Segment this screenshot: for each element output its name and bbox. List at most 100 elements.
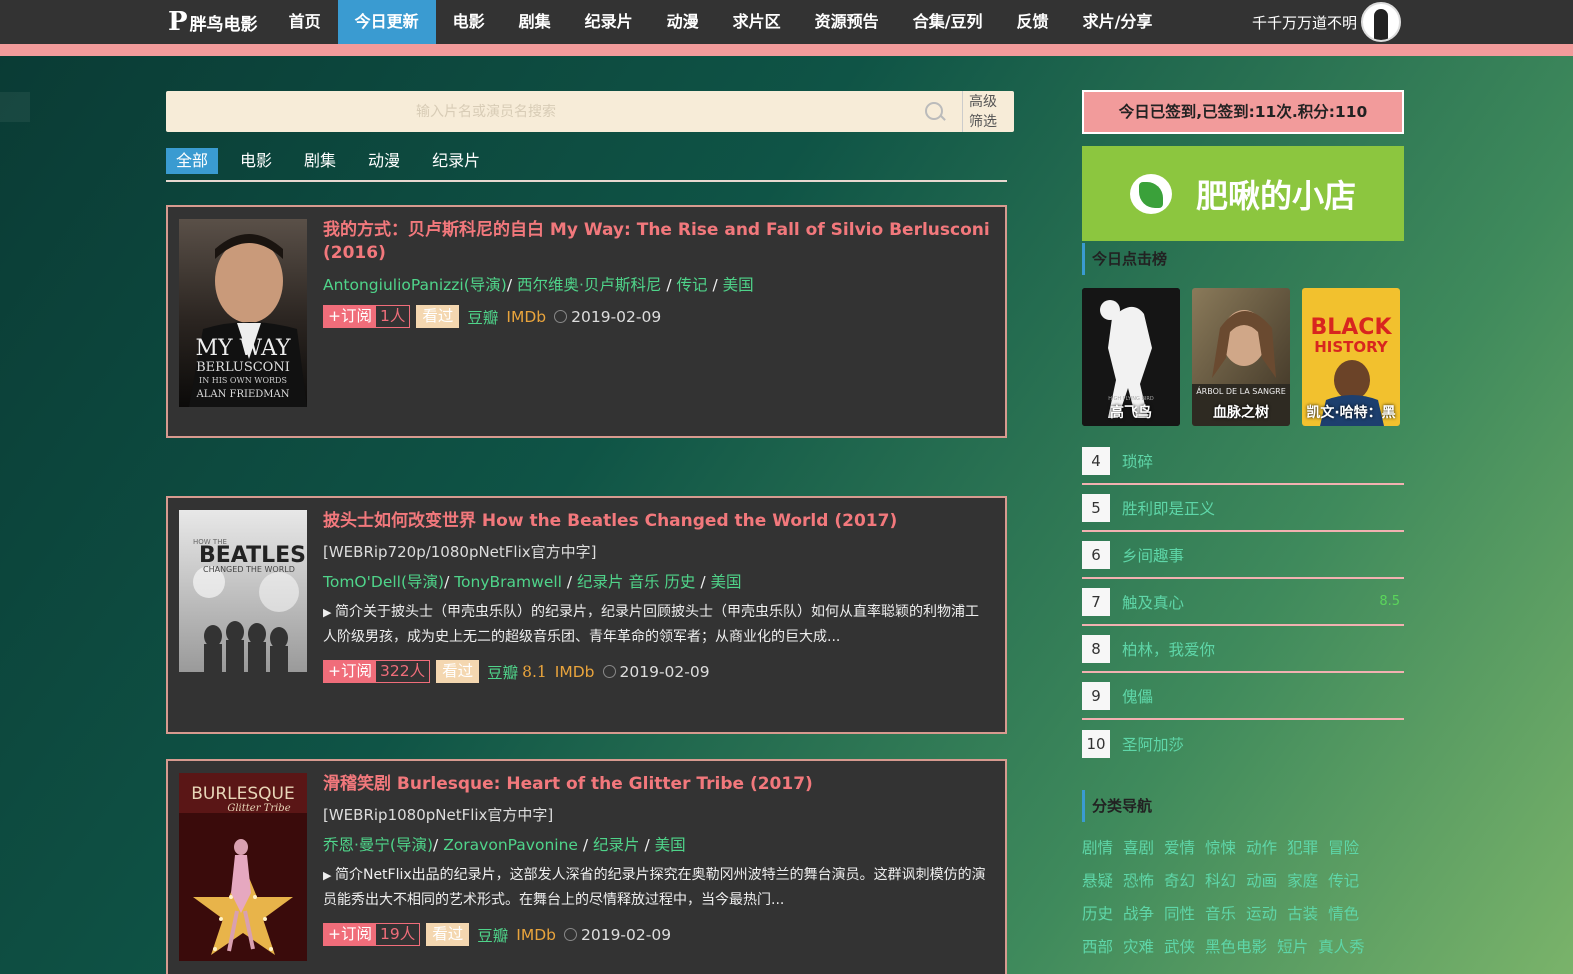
category-link[interactable]: 短片: [1277, 935, 1308, 957]
douban-link[interactable]: 豆瓣: [477, 924, 508, 946]
category-link[interactable]: 黑色电影: [1205, 935, 1267, 957]
subscribe-button[interactable]: +订阅 322人: [323, 660, 431, 683]
rank-item[interactable]: 8 柏林，我爱你: [1082, 626, 1404, 673]
category-link[interactable]: 运动: [1246, 902, 1277, 924]
movie-card: HOW THE BEATLES CHANGED THE WORLD 披头士如何改…: [166, 496, 1007, 734]
nav-movies[interactable]: 电影: [436, 0, 502, 44]
nav-documentary[interactable]: 纪录片: [568, 0, 650, 44]
director-link[interactable]: TomO'Dell(导演): [323, 573, 444, 591]
movie-title-link[interactable]: 滑稽笑剧 Burlesque: Heart of the Glitter Tri…: [323, 773, 991, 796]
subscribe-button[interactable]: +订阅 1人: [323, 305, 411, 328]
genre-link[interactable]: 纪录片: [593, 836, 640, 854]
category-link[interactable]: 奇幻: [1164, 869, 1195, 891]
movie-poster[interactable]: HOW THE BEATLES CHANGED THE WORLD: [179, 510, 307, 672]
movie-year: (2016): [323, 243, 386, 263]
nav-today-updates[interactable]: 今日更新: [337, 0, 436, 44]
nav-series[interactable]: 剧集: [502, 0, 568, 44]
category-link[interactable]: 音乐: [1205, 902, 1236, 924]
seen-button[interactable]: 看过: [436, 660, 480, 683]
search-input[interactable]: [166, 91, 956, 132]
rank-item[interactable]: 9 傀儡: [1082, 673, 1404, 720]
category-link[interactable]: 同性: [1164, 902, 1195, 924]
category-link[interactable]: 惊悚: [1205, 836, 1236, 858]
category-link[interactable]: 家庭: [1287, 869, 1318, 891]
hot-poster[interactable]: BLACK HISTORY 凯文·哈特：黑: [1302, 288, 1400, 426]
category-link[interactable]: 喜剧: [1123, 836, 1154, 858]
category-link[interactable]: 历史: [1082, 902, 1113, 924]
subscribe-label: +订阅: [324, 924, 376, 945]
douban-link[interactable]: 豆瓣: [487, 661, 518, 683]
rank-item[interactable]: 7 触及真心 8.5: [1082, 579, 1404, 626]
tab-documentary[interactable]: 纪录片: [422, 148, 490, 174]
hot-poster-caption: 凯文·哈特：黑: [1306, 405, 1396, 421]
category-link[interactable]: 动画: [1246, 869, 1277, 891]
hot-poster-label: HISTORY: [1314, 338, 1389, 356]
imdb-link[interactable]: IMDb: [516, 926, 556, 944]
tab-movies[interactable]: 电影: [230, 148, 282, 174]
imdb-link[interactable]: IMDb: [506, 308, 546, 326]
country-link[interactable]: 美国: [723, 276, 754, 294]
user-menu[interactable]: 千千万万道不明: [1252, 0, 1401, 44]
director-link[interactable]: 乔恩·曼宁(导演): [323, 836, 433, 854]
category-link[interactable]: 动作: [1246, 836, 1277, 858]
category-link[interactable]: 剧情: [1082, 836, 1113, 858]
rank-item[interactable]: 10 圣阿加莎: [1082, 720, 1404, 767]
rank-number: 5: [1082, 493, 1110, 522]
tab-anime[interactable]: 动漫: [358, 148, 410, 174]
category-link[interactable]: 传记: [1328, 869, 1359, 891]
nav-resource-preview[interactable]: 资源预告: [798, 0, 896, 44]
actor-link[interactable]: ZoravonPavonine: [443, 836, 578, 854]
category-link[interactable]: 悬疑: [1082, 869, 1113, 891]
category-link[interactable]: 古装: [1287, 902, 1318, 924]
category-link[interactable]: 冒险: [1328, 836, 1359, 858]
shop-banner[interactable]: 肥啾的小店: [1082, 146, 1404, 241]
country-link[interactable]: 美国: [655, 836, 686, 854]
movie-title-link[interactable]: 我的方式：贝卢斯科尼的自白 My Way: The Rise and Fall …: [323, 219, 991, 265]
movie-title-link[interactable]: 披头士如何改变世界 How the Beatles Changed the Wo…: [323, 510, 991, 533]
site-logo[interactable]: P 胖鸟电影: [168, 9, 258, 35]
nav-home[interactable]: 首页: [272, 0, 338, 44]
side-float-tab[interactable]: [0, 92, 30, 122]
category-link[interactable]: 灾难: [1123, 935, 1154, 957]
tab-series[interactable]: 剧集: [294, 148, 346, 174]
signin-status[interactable]: 今日已签到,已签到:11次.积分:110: [1082, 90, 1404, 134]
search-icon[interactable]: [925, 102, 943, 120]
poster-subtitle: BERLUSCONI: [196, 360, 290, 375]
movie-poster[interactable]: MY WAY BERLUSCONI IN HIS OWN WORDS ALAN …: [179, 219, 307, 407]
movie-title: 滑稽笑剧 Burlesque: Heart of the Glitter Tri…: [323, 774, 745, 794]
douban-link[interactable]: 豆瓣: [467, 306, 498, 328]
avatar[interactable]: [1361, 2, 1401, 42]
imdb-link[interactable]: IMDb: [555, 663, 595, 681]
country-link[interactable]: 美国: [710, 573, 741, 591]
hot-poster[interactable]: ÁRBOL DE LA SANGRE 血脉之树: [1192, 288, 1290, 426]
seen-button[interactable]: 看过: [416, 305, 460, 328]
actor-link[interactable]: TonyBramwell: [454, 573, 562, 591]
category-link[interactable]: 武侠: [1164, 935, 1195, 957]
subscribe-button[interactable]: +订阅 19人: [323, 923, 421, 946]
genre-link[interactable]: 传记: [677, 276, 708, 294]
rank-item[interactable]: 4 琐碎: [1082, 438, 1404, 485]
rank-item[interactable]: 6 乡间趣事: [1082, 532, 1404, 579]
category-link[interactable]: 战争: [1123, 902, 1154, 924]
seen-button[interactable]: 看过: [426, 923, 470, 946]
advanced-filter-button[interactable]: 高级 筛选: [962, 91, 1014, 132]
category-link[interactable]: 恐怖: [1123, 869, 1154, 891]
hot-poster[interactable]: HIGH FLYING BIRD 高飞鸟: [1082, 288, 1180, 426]
nav-anime[interactable]: 动漫: [650, 0, 716, 44]
actor-link[interactable]: 西尔维奥·贝卢斯科尼: [517, 276, 661, 294]
nav-collections[interactable]: 合集/豆列: [896, 0, 1000, 44]
category-link[interactable]: 爱情: [1164, 836, 1195, 858]
nav-request-area[interactable]: 求片区: [716, 0, 798, 44]
category-link[interactable]: 情色: [1328, 902, 1359, 924]
category-link[interactable]: 科幻: [1205, 869, 1236, 891]
category-link[interactable]: 真人秀: [1318, 935, 1365, 957]
category-link[interactable]: 西部: [1082, 935, 1113, 957]
category-link[interactable]: 犯罪: [1287, 836, 1318, 858]
movie-poster[interactable]: BURLESQUE Glitter Tribe: [179, 773, 307, 961]
nav-request-share[interactable]: 求片/分享: [1066, 0, 1170, 44]
genre-link[interactable]: 纪录片 音乐 历史: [577, 573, 695, 591]
director-link[interactable]: AntongiulioPanizzi(导演): [323, 276, 507, 294]
nav-feedback[interactable]: 反馈: [1000, 0, 1066, 44]
tab-all[interactable]: 全部: [166, 148, 219, 174]
rank-item[interactable]: 5 胜利即是正义: [1082, 485, 1404, 532]
